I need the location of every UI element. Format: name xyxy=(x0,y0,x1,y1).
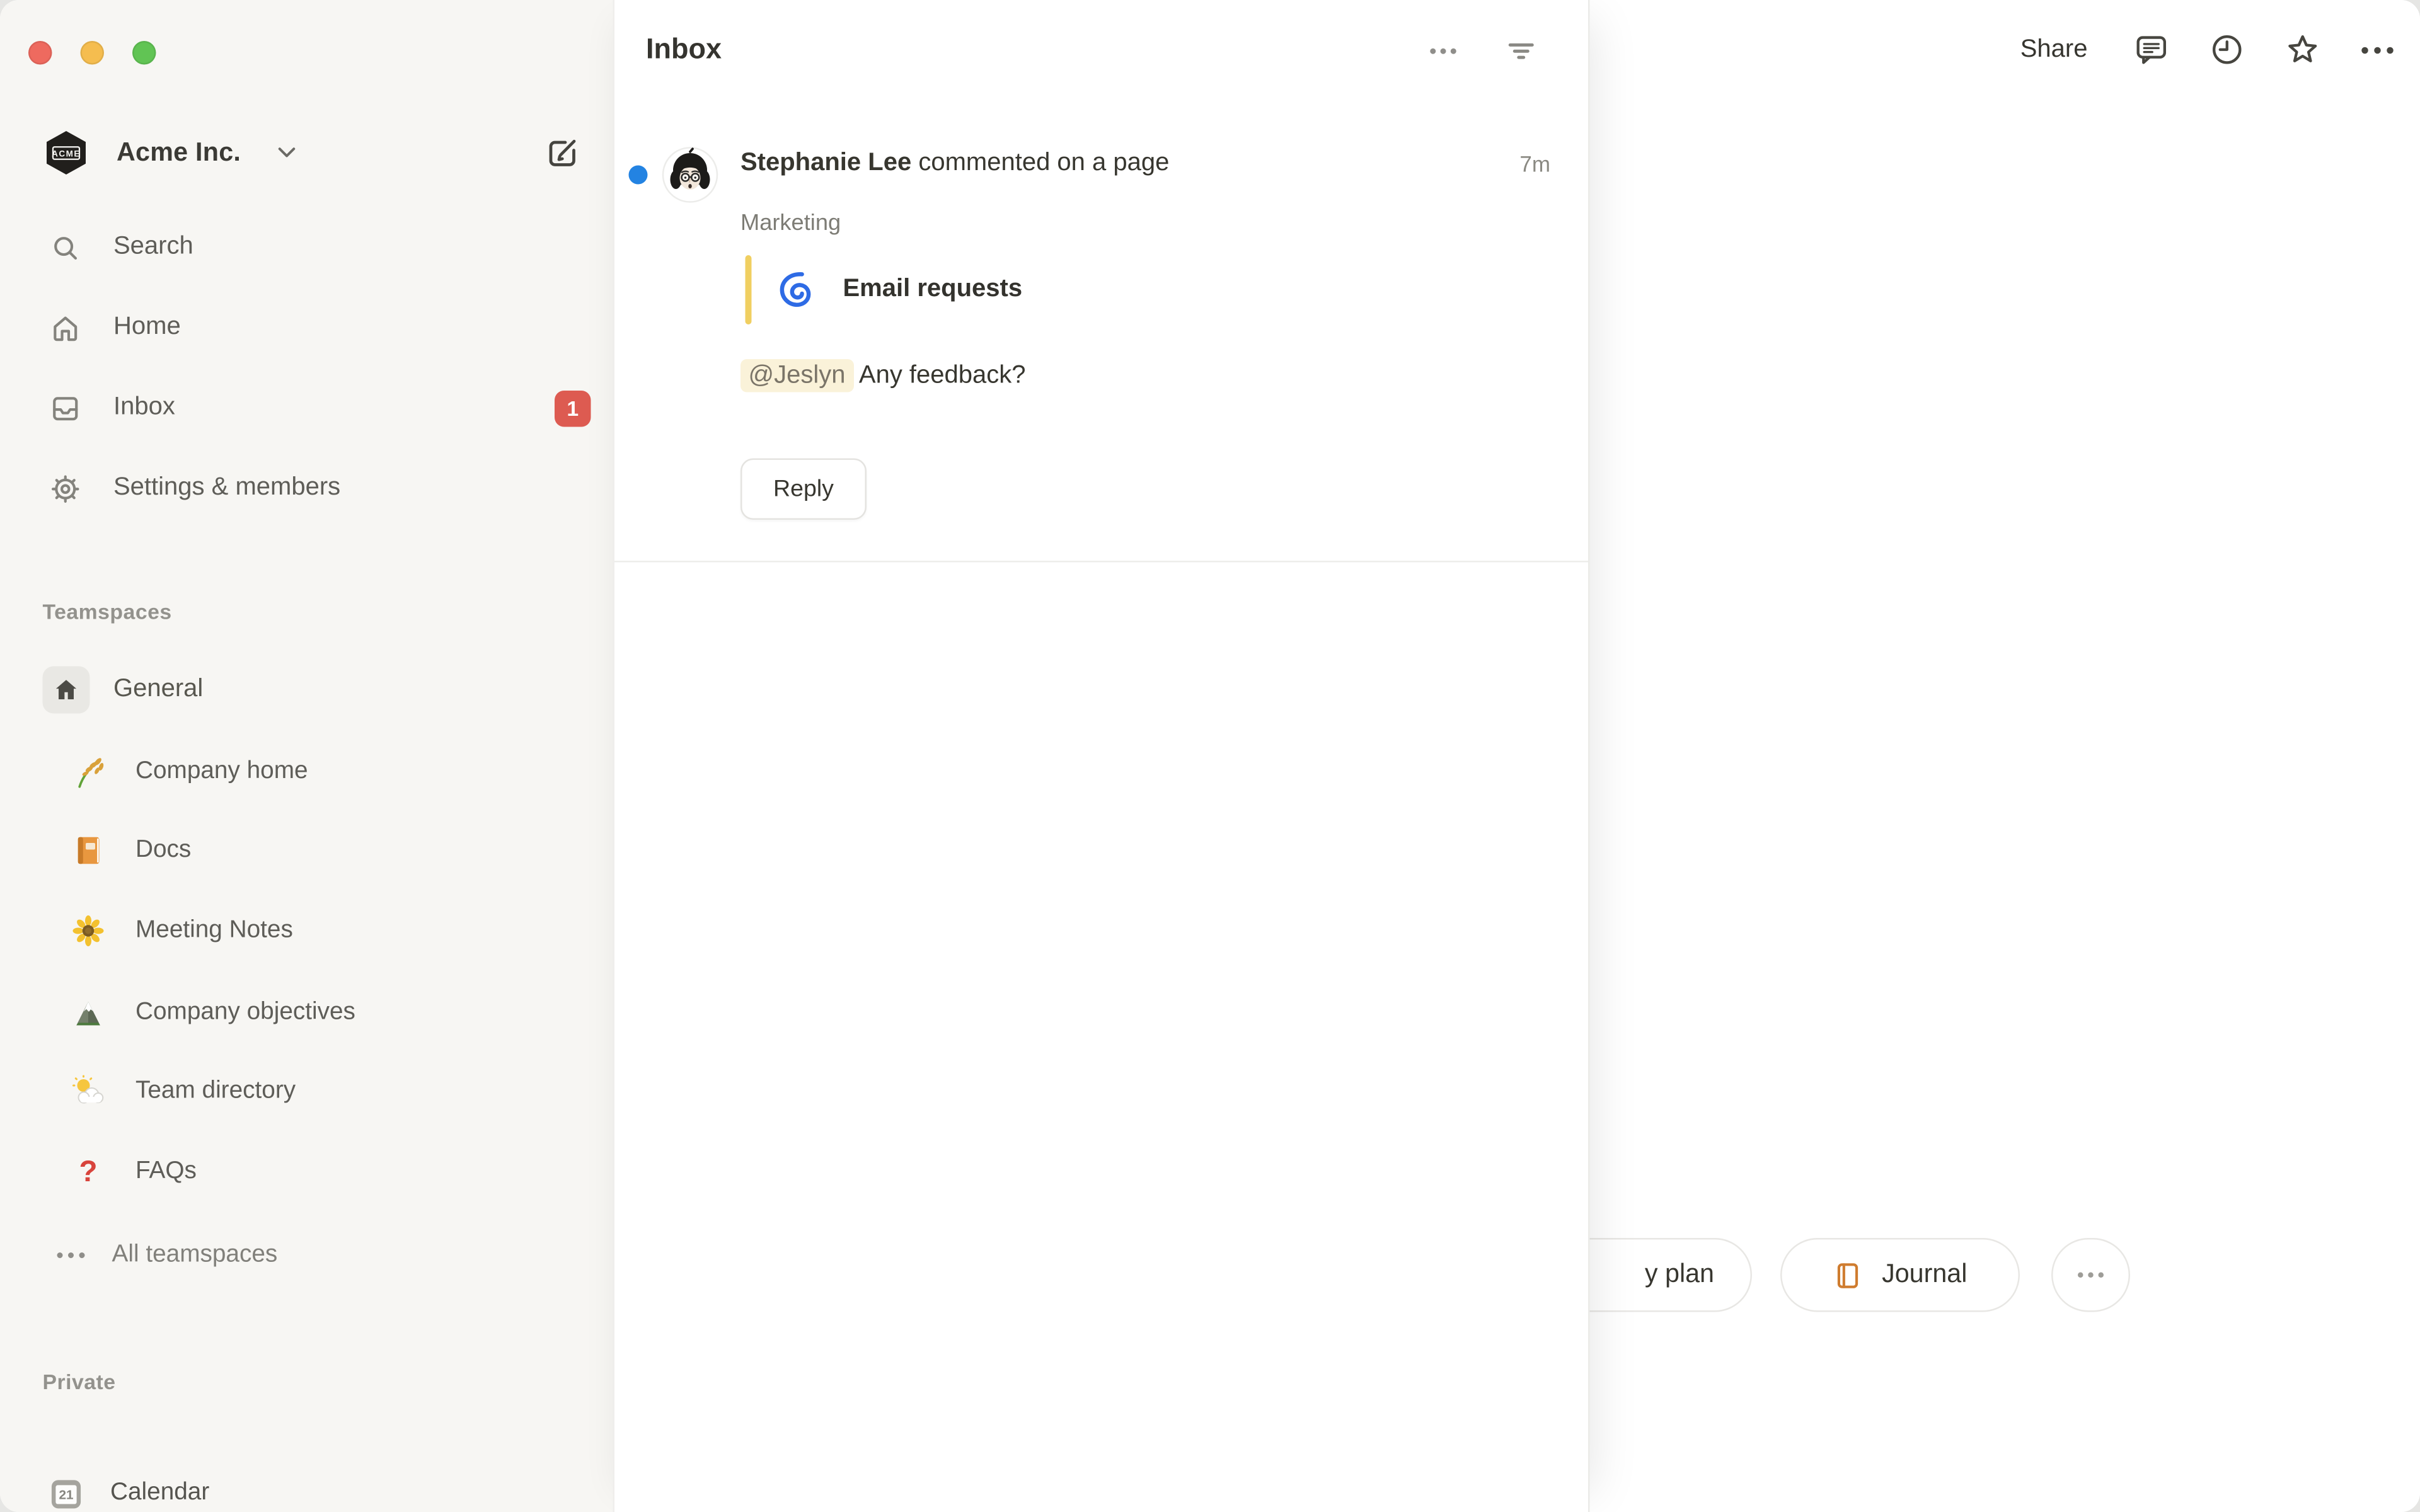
red-question-mark-emoji: ? xyxy=(69,1157,107,1187)
sun-behind-cloud-emoji xyxy=(69,1074,107,1109)
search-icon xyxy=(47,231,82,264)
workspace-logo: ACME xyxy=(43,129,90,176)
more-pages-pill-button[interactable] xyxy=(2051,1238,2130,1312)
inbox-more-icon[interactable] xyxy=(1429,47,1458,55)
home-icon xyxy=(47,311,82,345)
sidebar-item-company-home[interactable]: Company home xyxy=(0,743,613,800)
avatar xyxy=(662,147,718,203)
inbox-filter-icon[interactable] xyxy=(1505,35,1538,68)
gear-icon xyxy=(47,472,82,505)
sidebar-item-label: Settings & members xyxy=(113,474,340,503)
workspace-switcher[interactable]: ACME Acme Inc. xyxy=(0,123,613,183)
sidebar-item-faqs[interactable]: ? FAQs xyxy=(0,1143,613,1200)
general-teamspace-icon xyxy=(43,667,90,714)
inbox-icon xyxy=(47,391,82,425)
sidebar-item-calendar[interactable]: 21 Calendar xyxy=(0,1465,613,1512)
notification-workspace: Marketing xyxy=(740,208,841,239)
notification-comment: @Jeslyn Any feedback? xyxy=(740,359,1026,394)
favorite-star-icon[interactable] xyxy=(2285,32,2321,68)
notion-window: ACME Acme Inc. Search xyxy=(0,0,2420,1512)
updates-clock-icon[interactable] xyxy=(2209,32,2245,68)
svg-text:21: 21 xyxy=(59,1487,73,1501)
notification-author: Stephanie Lee xyxy=(740,150,911,177)
sidebar-item-label: General xyxy=(113,676,203,704)
sidebar-item-search[interactable]: Search xyxy=(0,220,613,274)
sheaf-of-rice-emoji xyxy=(69,755,107,789)
sidebar-item-label: Search xyxy=(113,233,193,261)
panel-divider xyxy=(614,561,1588,563)
sidebar-item-label: All teamspaces xyxy=(112,1241,278,1269)
page-toolbar: Share xyxy=(2014,32,2395,68)
inbox-popover: Inbox xyxy=(613,0,1590,1512)
sunflower-emoji xyxy=(69,914,107,948)
sidebar-item-label: Team directory xyxy=(135,1077,296,1106)
sidebar-item-label: FAQs xyxy=(135,1158,197,1186)
mention-chip[interactable]: @Jeslyn xyxy=(740,359,853,392)
orange-notebook-icon xyxy=(1833,1259,1865,1291)
ellipsis-icon xyxy=(52,1251,90,1260)
sidebar-item-label: Company objectives xyxy=(135,999,355,1027)
sidebar-item-general[interactable]: General xyxy=(0,662,613,718)
notification-timestamp: 7m xyxy=(1519,151,1550,176)
window-controls xyxy=(28,41,156,65)
unread-indicator-dot xyxy=(629,166,648,185)
calendar-21-emoji: 21 xyxy=(47,1474,85,1512)
private-section-label: Private xyxy=(43,1370,116,1394)
journal-pill-button[interactable]: Journal xyxy=(1780,1238,2020,1312)
sidebar-item-label: Calendar xyxy=(110,1479,209,1508)
sidebar-item-meeting-notes[interactable]: Meeting Notes xyxy=(0,903,613,959)
comments-icon[interactable] xyxy=(2133,32,2170,68)
sidebar-item-inbox[interactable]: Inbox 1 xyxy=(0,381,613,435)
minimize-window-button[interactable] xyxy=(81,41,105,65)
sidebar-item-all-teamspaces[interactable]: All teamspaces xyxy=(0,1227,613,1284)
sidebar-item-label: Company home xyxy=(135,758,308,786)
notification-action: commented on a page xyxy=(911,150,1169,177)
comment-text: Any feedback? xyxy=(853,362,1026,389)
pill-label: Journal xyxy=(1882,1260,1967,1290)
cyclone-emoji xyxy=(777,270,818,311)
quoted-page-block[interactable]: Email requests xyxy=(746,255,1023,324)
inbox-panel-title: Inbox xyxy=(646,33,722,67)
inbox-unread-badge: 1 xyxy=(555,390,591,427)
more-options-icon[interactable] xyxy=(2360,45,2395,54)
close-window-button[interactable] xyxy=(28,41,52,65)
sidebar-item-label: Docs xyxy=(135,837,191,865)
reply-button[interactable]: Reply xyxy=(740,459,867,520)
quote-bar xyxy=(746,255,752,324)
sidebar-item-home[interactable]: Home xyxy=(0,301,613,355)
sidebar: ACME Acme Inc. Search xyxy=(0,0,613,1512)
workspace-name: Acme Inc. xyxy=(117,138,241,168)
sidebar-item-settings[interactable]: Settings & members xyxy=(0,462,613,515)
pill-label: y plan xyxy=(1645,1260,1714,1290)
quoted-page-title: Email requests xyxy=(843,276,1023,304)
orange-book-emoji xyxy=(69,833,107,868)
zoom-window-button[interactable] xyxy=(132,41,156,65)
notification-title: Stephanie Lee commented on a page xyxy=(740,147,1550,181)
share-button[interactable]: Share xyxy=(2014,32,2094,67)
mountain-emoji xyxy=(69,995,107,1030)
sidebar-item-docs[interactable]: Docs xyxy=(0,822,613,879)
sidebar-item-team-directory[interactable]: Team directory xyxy=(0,1063,613,1120)
chevron-down-icon xyxy=(277,147,296,159)
teamspaces-section-label: Teamspaces xyxy=(43,600,172,624)
svg-text:ACME: ACME xyxy=(52,149,81,158)
sidebar-item-label: Home xyxy=(113,314,181,342)
sidebar-item-label: Inbox xyxy=(113,394,175,422)
sidebar-item-company-objectives[interactable]: Company objectives xyxy=(0,985,613,1041)
ellipsis-icon xyxy=(2077,1271,2105,1280)
sidebar-item-label: Meeting Notes xyxy=(135,917,293,945)
new-page-compose-icon[interactable] xyxy=(544,134,582,172)
